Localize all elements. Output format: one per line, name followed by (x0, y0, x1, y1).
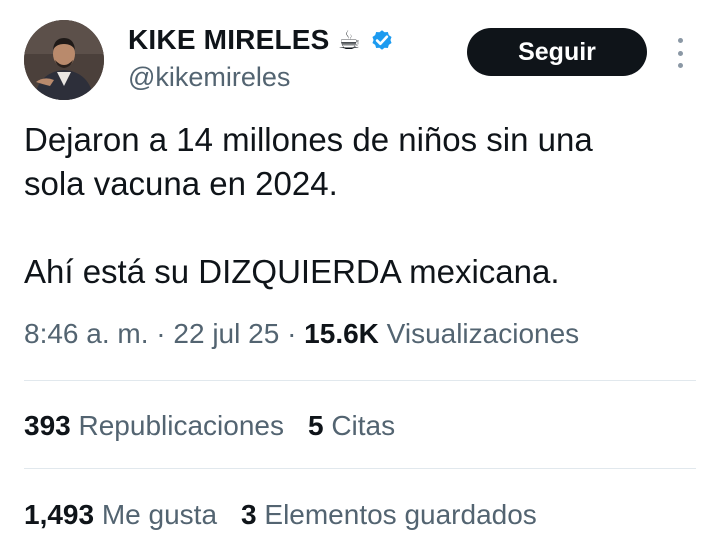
author-handle[interactable]: @kikemireles (128, 62, 290, 93)
divider (24, 380, 696, 381)
quotes-stat[interactable]: 5 Citas (308, 410, 395, 442)
meta-separator: · (156, 318, 166, 349)
stats-row-reposts: 393 Republicaciones 5 Citas (24, 410, 395, 442)
reposts-stat[interactable]: 393 Republicaciones (24, 410, 284, 442)
views-label: Visualizaciones (386, 318, 580, 349)
bookmarks-count: 3 (241, 499, 257, 530)
reposts-count: 393 (24, 410, 71, 441)
bookmarks-stat[interactable]: 3 Elementos guardados (241, 499, 537, 531)
more-dot (677, 38, 683, 43)
likes-count: 1,493 (24, 499, 95, 530)
tweet-line: Dejaron a 14 millones de niños sin una (24, 121, 593, 158)
avatar[interactable] (24, 20, 104, 100)
divider (24, 468, 696, 469)
likes-label: Me gusta (101, 499, 218, 530)
reposts-label: Republicaciones (78, 410, 284, 441)
more-dot (677, 50, 683, 56)
views-count: 15.6K (304, 318, 379, 349)
tweet-time[interactable]: 8:46 a. m. (24, 318, 149, 349)
more-dot (677, 63, 683, 68)
author-name-row: KIKE MIRELES ☕ (128, 24, 395, 56)
avatar-image (24, 20, 104, 100)
quotes-label: Citas (331, 410, 396, 441)
more-vertical-icon[interactable] (670, 38, 690, 68)
coffee-emoji: ☕ (337, 25, 361, 55)
tweet-line: sola vacuna en 2024. (24, 165, 338, 202)
tweet-date[interactable]: 22 jul 25 (173, 318, 279, 349)
tweet-meta: 8:46 a. m. · 22 jul 25 · 15.6K Visualiza… (24, 318, 579, 350)
bookmarks-label: Elementos guardados (264, 499, 537, 530)
author-display-name[interactable]: KIKE MIRELES (128, 24, 330, 56)
verified-badge-icon[interactable] (369, 27, 395, 53)
likes-stat[interactable]: 1,493 Me gusta (24, 499, 217, 531)
meta-separator: · (287, 318, 297, 349)
follow-button[interactable]: Seguir (467, 28, 647, 76)
tweet-text: Dejaron a 14 millones de niños sin una s… (24, 118, 694, 294)
quotes-count: 5 (307, 410, 324, 441)
stats-row-likes: 1,493 Me gusta 3 Elementos guardados (24, 499, 537, 531)
tweet-line: Ahí está su DIZQUIERDA mexicana. (24, 253, 560, 290)
